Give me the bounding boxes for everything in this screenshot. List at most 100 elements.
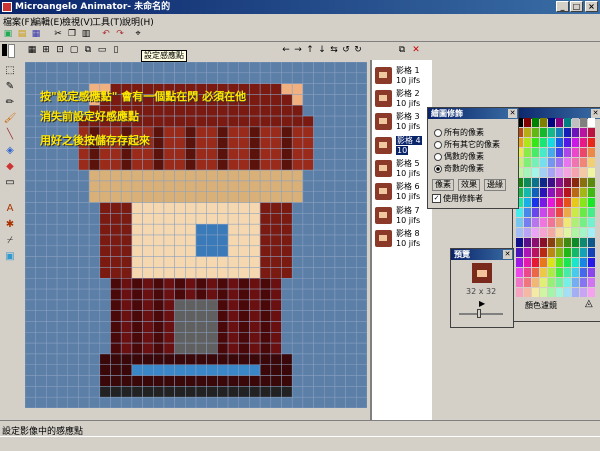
pixel-cell[interactable] [56, 180, 68, 192]
pixel-cell[interactable] [281, 159, 293, 171]
pixel-cell[interactable] [345, 234, 357, 247]
pixel-cell[interactable] [270, 115, 282, 128]
color-swatch[interactable] [588, 278, 595, 287]
pixel-cell[interactable] [88, 202, 101, 214]
pixel-cell[interactable] [238, 126, 250, 138]
pixel-cell[interactable] [227, 213, 239, 225]
pixel-cell[interactable] [345, 245, 357, 257]
pixel-cell[interactable] [163, 148, 175, 160]
pixel-cell[interactable] [185, 332, 197, 344]
pixel-cell[interactable] [195, 267, 207, 279]
pixel-cell[interactable] [78, 245, 90, 257]
pixel-cell[interactable] [56, 234, 68, 247]
pixel-cell[interactable] [142, 148, 154, 160]
pixel-cell[interactable] [291, 375, 304, 387]
color-swatch[interactable] [580, 208, 587, 217]
pixel-cell[interactable] [88, 62, 101, 74]
color-swatch[interactable] [572, 148, 579, 157]
pixel-cell[interactable] [313, 105, 325, 117]
pixel-cell[interactable] [345, 223, 357, 236]
color-swatch[interactable] [532, 168, 539, 177]
pixel-cell[interactable] [88, 256, 101, 268]
pixel-cell[interactable] [291, 299, 304, 311]
pixel-cell[interactable] [227, 245, 239, 257]
pixel-cell[interactable] [227, 202, 239, 214]
pixel-cell[interactable] [56, 299, 68, 311]
color-swatch[interactable] [572, 288, 579, 297]
pixel-cell[interactable] [25, 245, 36, 257]
pixel-cell[interactable] [334, 126, 346, 138]
pixel-cell[interactable] [217, 148, 229, 160]
pixel-cell[interactable] [185, 353, 197, 365]
pixel-cell[interactable] [302, 245, 314, 257]
color-swatch[interactable] [540, 178, 547, 187]
pixel-cell[interactable] [131, 256, 143, 268]
pixel-cell[interactable] [345, 202, 357, 214]
pixel-cell[interactable] [142, 332, 154, 344]
pixel-cell[interactable] [35, 267, 47, 279]
pixel-cell[interactable] [174, 267, 186, 279]
color-swatch[interactable] [516, 258, 523, 267]
frame-item[interactable]: 影格 1 10 jifs [372, 64, 432, 87]
pixel-cell[interactable] [356, 245, 367, 257]
color-swatch[interactable] [564, 158, 571, 167]
pixel-cell[interactable] [313, 223, 325, 236]
color-swatch[interactable] [564, 278, 571, 287]
pixel-cell[interactable] [313, 396, 325, 408]
pixel-cell[interactable] [56, 267, 68, 279]
pixel-cell[interactable] [356, 94, 367, 106]
pixel-cell[interactable] [185, 267, 197, 279]
pixel-cell[interactable] [185, 169, 197, 182]
pixel-cell[interactable] [110, 353, 122, 365]
pixel-cell[interactable] [291, 126, 304, 138]
rotate-left-icon[interactable]: ↺ [340, 44, 352, 56]
pixel-cell[interactable] [195, 321, 207, 333]
pixel-cell[interactable] [195, 299, 207, 311]
color-swatch[interactable] [588, 198, 595, 207]
pixel-cell[interactable] [345, 299, 357, 311]
radio-even-pixels[interactable]: 偶數的像素 [434, 152, 484, 162]
color-swatch[interactable] [548, 288, 555, 297]
pixel-cell[interactable] [131, 62, 143, 74]
color-swatch[interactable] [580, 218, 587, 227]
pixel-cell[interactable] [153, 288, 165, 301]
pixel-cell[interactable] [153, 332, 165, 344]
pixel-cell[interactable] [163, 234, 175, 247]
pixel-cell[interactable] [334, 288, 346, 301]
color-swatch[interactable] [564, 178, 571, 187]
pixel-cell[interactable] [67, 321, 79, 333]
pixel-cell[interactable] [291, 386, 304, 398]
pixel-cell[interactable] [120, 191, 133, 203]
pixel-cell[interactable] [206, 126, 218, 138]
pixel-cell[interactable] [249, 321, 261, 333]
pixel-cell[interactable] [238, 267, 250, 279]
pixel-cell[interactable] [56, 364, 68, 376]
pixel-cell[interactable] [195, 159, 207, 171]
pixel-cell[interactable] [56, 245, 68, 257]
pixel-cell[interactable] [281, 310, 293, 322]
effects-icon[interactable]: ▣ [3, 250, 17, 263]
pixel-cell[interactable] [78, 310, 90, 322]
pixel-cell[interactable] [313, 191, 325, 203]
pixel-cell[interactable] [270, 83, 282, 95]
pixel-cell[interactable] [227, 321, 239, 333]
pixel-cell[interactable] [302, 202, 314, 214]
color-swatch[interactable] [588, 218, 595, 227]
pixel-cell[interactable] [88, 321, 101, 333]
pixel-cell[interactable] [153, 321, 165, 333]
pixel-cell[interactable] [195, 256, 207, 268]
pixel-cell[interactable] [174, 137, 186, 149]
pixel-cell[interactable] [174, 396, 186, 408]
pixel-cell[interactable] [142, 72, 154, 84]
pixel-cell[interactable] [227, 288, 239, 301]
pixel-cell[interactable] [281, 396, 293, 408]
pixel-cell[interactable] [302, 278, 314, 290]
pixel-cell[interactable] [153, 299, 165, 311]
pixel-cell[interactable] [313, 245, 325, 257]
color-swatch[interactable] [548, 208, 555, 217]
pixel-cell[interactable] [238, 159, 250, 171]
pixel-cell[interactable] [142, 202, 154, 214]
pixel-cell[interactable] [110, 169, 122, 182]
pixel-cell[interactable] [78, 299, 90, 311]
pixel-cell[interactable] [334, 245, 346, 257]
